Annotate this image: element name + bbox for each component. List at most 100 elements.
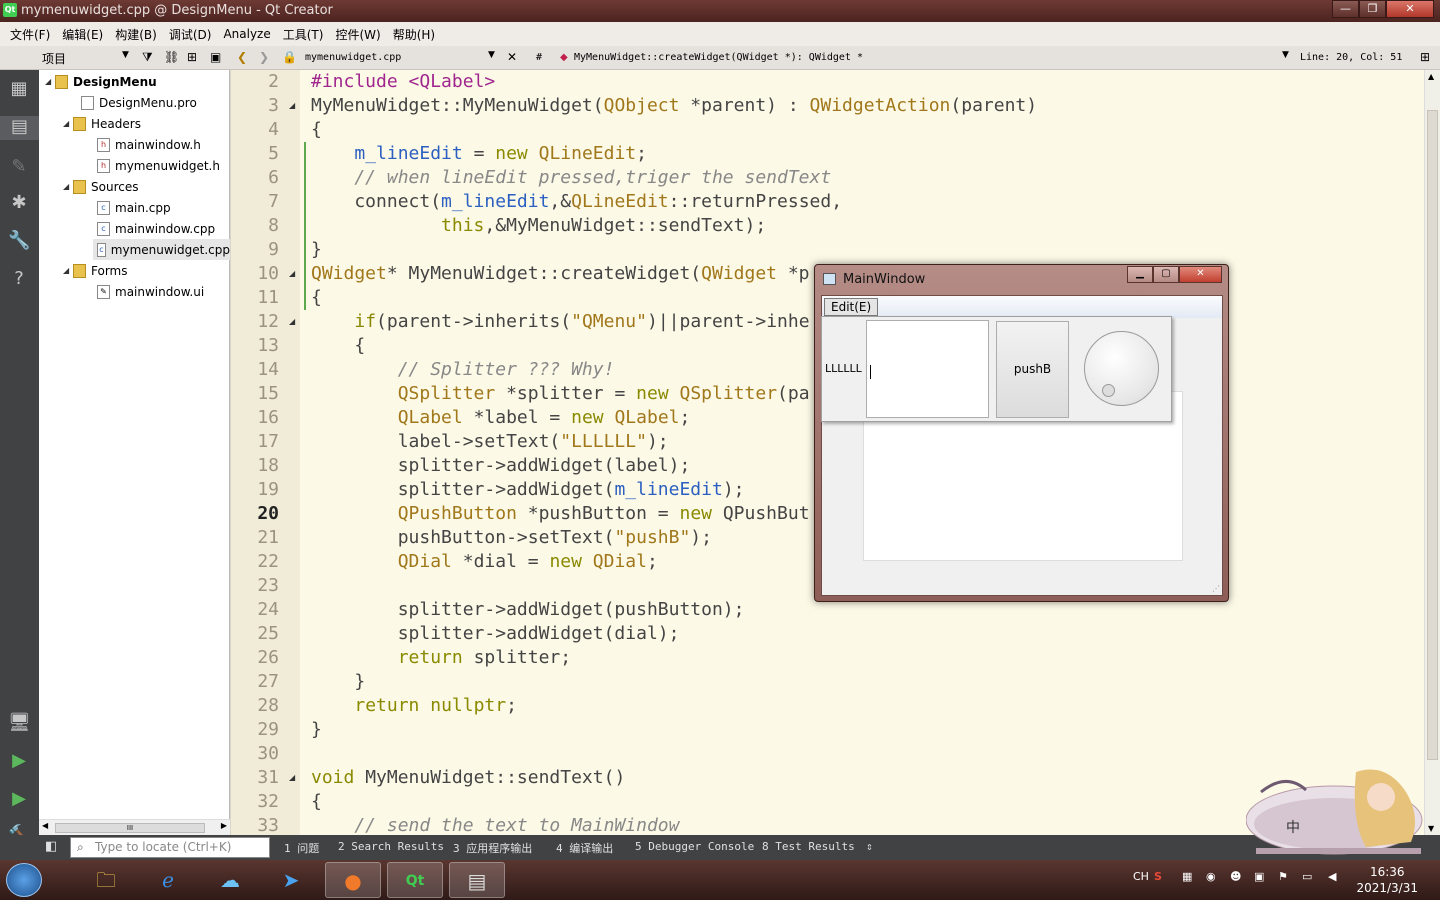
code-line[interactable]: QSplitter *splitter = new QSplitter(pa — [311, 383, 810, 404]
tab-compile-output[interactable]: 4 编译输出 — [556, 840, 613, 856]
welcome-mode-icon[interactable]: ▦ — [8, 78, 30, 100]
ie-taskbar-icon[interactable]: ℯ — [140, 862, 196, 898]
dial-knob[interactable] — [1102, 384, 1115, 397]
code-line[interactable]: this,&MyMenuWidget::sendText); — [311, 215, 766, 236]
action-center-icon[interactable]: ⚑ — [1278, 870, 1288, 883]
tree-item-mainwindow-cpp[interactable]: c mainwindow.cpp — [97, 218, 215, 239]
menu-tools[interactable]: 工具(T) — [277, 26, 330, 43]
code-line[interactable]: // Splitter ??? Why! — [311, 359, 615, 380]
code-line[interactable]: { — [311, 119, 322, 140]
tree-item-headers[interactable]: ◢ Headers — [63, 113, 141, 134]
tree-item-forms[interactable]: ◢ Forms — [63, 260, 127, 281]
code-line[interactable]: { — [311, 287, 322, 308]
expanded-arrow-icon[interactable]: ◢ — [63, 119, 73, 128]
mainwindow-taskbar-icon[interactable]: ▤ — [449, 862, 505, 898]
tree-item-mainwindow-ui[interactable]: ✎ mainwindow.ui — [97, 281, 204, 302]
tab-test-results[interactable]: 8 Test Results — [762, 840, 855, 853]
code-line[interactable]: m_lineEdit = new QLineEdit; — [311, 143, 647, 164]
menu-help[interactable]: 帮助(H) — [387, 26, 441, 43]
code-line[interactable]: } — [311, 239, 322, 260]
projects-mode-icon[interactable]: 🔧 — [8, 230, 30, 252]
close-document-icon[interactable]: ✕ — [507, 50, 517, 64]
menu-edit[interactable]: 编辑(E) — [56, 26, 109, 43]
tree-item-mymenuwidget-cpp[interactable]: c mymenuwidget.cpp — [93, 239, 230, 260]
code-line[interactable]: connect(m_lineEdit,&QLineEdit::returnPre… — [311, 191, 842, 212]
code-line[interactable]: QWidget* MyMenuWidget::createWidget(QWid… — [311, 263, 810, 284]
expanded-arrow-icon[interactable]: ◢ — [63, 266, 73, 275]
tray-app-icon[interactable]: ▦ — [1182, 870, 1192, 883]
code-line[interactable]: splitter->addWidget(dial); — [311, 623, 680, 644]
code-line[interactable]: } — [311, 671, 365, 692]
qq-tray-icon[interactable]: ☻ — [1230, 870, 1241, 883]
maximize-button[interactable]: ❐ — [1359, 0, 1386, 18]
code-line[interactable]: label->setText("LLLLLL"); — [311, 431, 669, 452]
dial-face[interactable] — [1084, 331, 1159, 406]
mw-maximize-button[interactable]: ▢ — [1153, 266, 1179, 283]
start-button[interactable] — [6, 863, 42, 897]
code-line[interactable]: splitter->addWidget(label); — [311, 455, 691, 476]
build-icon[interactable]: 🔨 — [8, 824, 30, 835]
desktop-pet-widget[interactable]: 中 — [1245, 762, 1436, 858]
volume-icon[interactable]: ◀ — [1328, 870, 1336, 883]
sidebar-view-label[interactable]: 项目 — [42, 50, 66, 67]
code-line[interactable]: // send the text to MainWindow — [311, 815, 679, 835]
input-language[interactable]: CH — [1133, 870, 1149, 883]
open-file-name[interactable]: mymenuwidget.cpp — [305, 52, 401, 63]
code-line[interactable]: { — [311, 335, 365, 356]
sogou-ime-icon[interactable]: S — [1154, 870, 1162, 883]
code-line[interactable]: splitter->addWidget(m_lineEdit); — [311, 479, 745, 500]
tab-application-output[interactable]: 3 应用程序输出 — [453, 840, 532, 856]
code-line[interactable]: QLabel *label = new QLabel; — [311, 407, 691, 428]
mainwindow-app[interactable]: MainWindow ▁ ▢ ✕ Edit(E) ⋰ — [814, 264, 1229, 602]
tab-issues[interactable]: 1 问题 — [284, 840, 319, 856]
locator-input[interactable]: ⌕ Type to locate (Ctrl+K) — [70, 837, 270, 858]
code-line[interactable]: { — [311, 791, 322, 812]
design-mode-icon[interactable]: ✎ — [8, 156, 30, 178]
menu-file[interactable]: 文件(F) — [4, 26, 56, 43]
code-line[interactable]: QDial *dial = new QDial; — [311, 551, 658, 572]
menu-analyze[interactable]: Analyze — [217, 27, 276, 41]
editor-vertical-scrollbar[interactable]: ▲ ▼ — [1424, 70, 1440, 835]
tree-item-mainwindow-h[interactable]: h mainwindow.h — [97, 134, 201, 155]
toggle-sidebar-icon[interactable]: ◧ — [45, 839, 57, 854]
tree-item-main-cpp[interactable]: c main.cpp — [97, 197, 171, 218]
view-dropdown-icon[interactable]: ▼ — [122, 50, 129, 60]
splitter-push-button[interactable]: pushB — [996, 321, 1069, 418]
code-line[interactable]: // when lineEdit pressed,triger the send… — [311, 167, 831, 188]
help-mode-icon[interactable]: ? — [8, 268, 30, 290]
scroll-thumb[interactable] — [1427, 110, 1438, 760]
expanded-arrow-icon[interactable]: ◢ — [45, 77, 55, 86]
forward-arrow-icon[interactable]: ❯ — [259, 50, 269, 64]
expanded-arrow-icon[interactable]: ◢ — [63, 182, 73, 191]
size-grip-icon[interactable]: ⋰ — [1212, 584, 1220, 593]
symbol-dropdown-icon[interactable]: ▼ — [1282, 50, 1289, 60]
scroll-left-icon[interactable]: ◀ — [42, 821, 48, 830]
scroll-up-icon[interactable]: ▲ — [1428, 72, 1434, 81]
back-arrow-icon[interactable]: ❮ — [237, 50, 247, 64]
close-sidebar-icon[interactable]: ▣ — [210, 50, 221, 64]
debug-mode-icon[interactable]: ✱ — [8, 192, 30, 214]
menu-edit-e[interactable]: Edit(E) — [824, 298, 879, 316]
tray-app-icon[interactable]: ▣ — [1254, 870, 1264, 883]
fold-marker-icon[interactable]: ◢ — [289, 269, 295, 278]
code-line[interactable]: void MyMenuWidget::sendText() — [311, 767, 625, 788]
target-selector-icon[interactable]: 🖥 — [8, 712, 31, 734]
code-line[interactable]: return splitter; — [311, 647, 571, 668]
debug-run-icon[interactable]: ▶ — [8, 788, 30, 810]
menu-build[interactable]: 构建(B) — [109, 26, 163, 43]
scroll-right-icon[interactable]: ▶ — [221, 821, 227, 830]
code-line[interactable]: QPushButton *pushButton = new QPushBut — [311, 503, 810, 524]
edit-mode-icon[interactable]: ▤ — [0, 116, 39, 140]
close-button[interactable]: ✕ — [1386, 0, 1434, 18]
splitter-dial[interactable] — [1072, 317, 1172, 422]
fold-marker-icon[interactable]: ◢ — [289, 101, 295, 110]
code-line[interactable]: if(parent->inherits("QMenu")||parent->in… — [311, 311, 809, 332]
tab-debugger-console[interactable]: 5 Debugger Console — [635, 840, 754, 853]
mw-close-button[interactable]: ✕ — [1179, 266, 1222, 283]
code-line[interactable]: } — [311, 719, 322, 740]
scroll-thumb[interactable]: III — [55, 823, 205, 833]
tray-app-icon[interactable]: ◉ — [1206, 870, 1216, 883]
code-line[interactable]: #include <QLabel> — [311, 71, 495, 92]
menu-debug[interactable]: 调试(D) — [163, 26, 218, 43]
tree-horizontal-scrollbar[interactable]: ◀ III ▶ — [39, 819, 230, 835]
